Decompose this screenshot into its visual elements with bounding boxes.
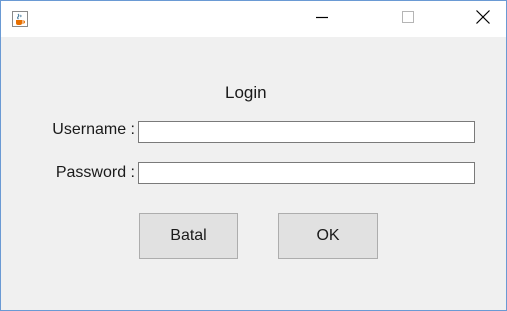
username-field[interactable] — [138, 121, 475, 143]
login-window: Login Username : Password : Batal OK — [0, 0, 507, 311]
java-cup-icon[interactable] — [12, 11, 28, 27]
password-field[interactable] — [138, 162, 475, 184]
minimize-button[interactable] — [299, 1, 345, 37]
maximize-button[interactable] — [385, 1, 431, 37]
login-form: Login Username : Password : Batal OK — [1, 37, 506, 310]
login-heading: Login — [225, 83, 267, 102]
cancel-button[interactable]: Batal — [139, 213, 238, 259]
maximize-icon — [402, 10, 414, 28]
close-button[interactable] — [460, 1, 506, 37]
title-bar[interactable] — [1, 1, 506, 37]
password-label: Password : — [55, 164, 135, 181]
close-icon — [476, 9, 490, 29]
minimize-icon — [316, 10, 328, 28]
ok-button[interactable]: OK — [278, 213, 378, 259]
username-label: Username : — [52, 121, 135, 138]
